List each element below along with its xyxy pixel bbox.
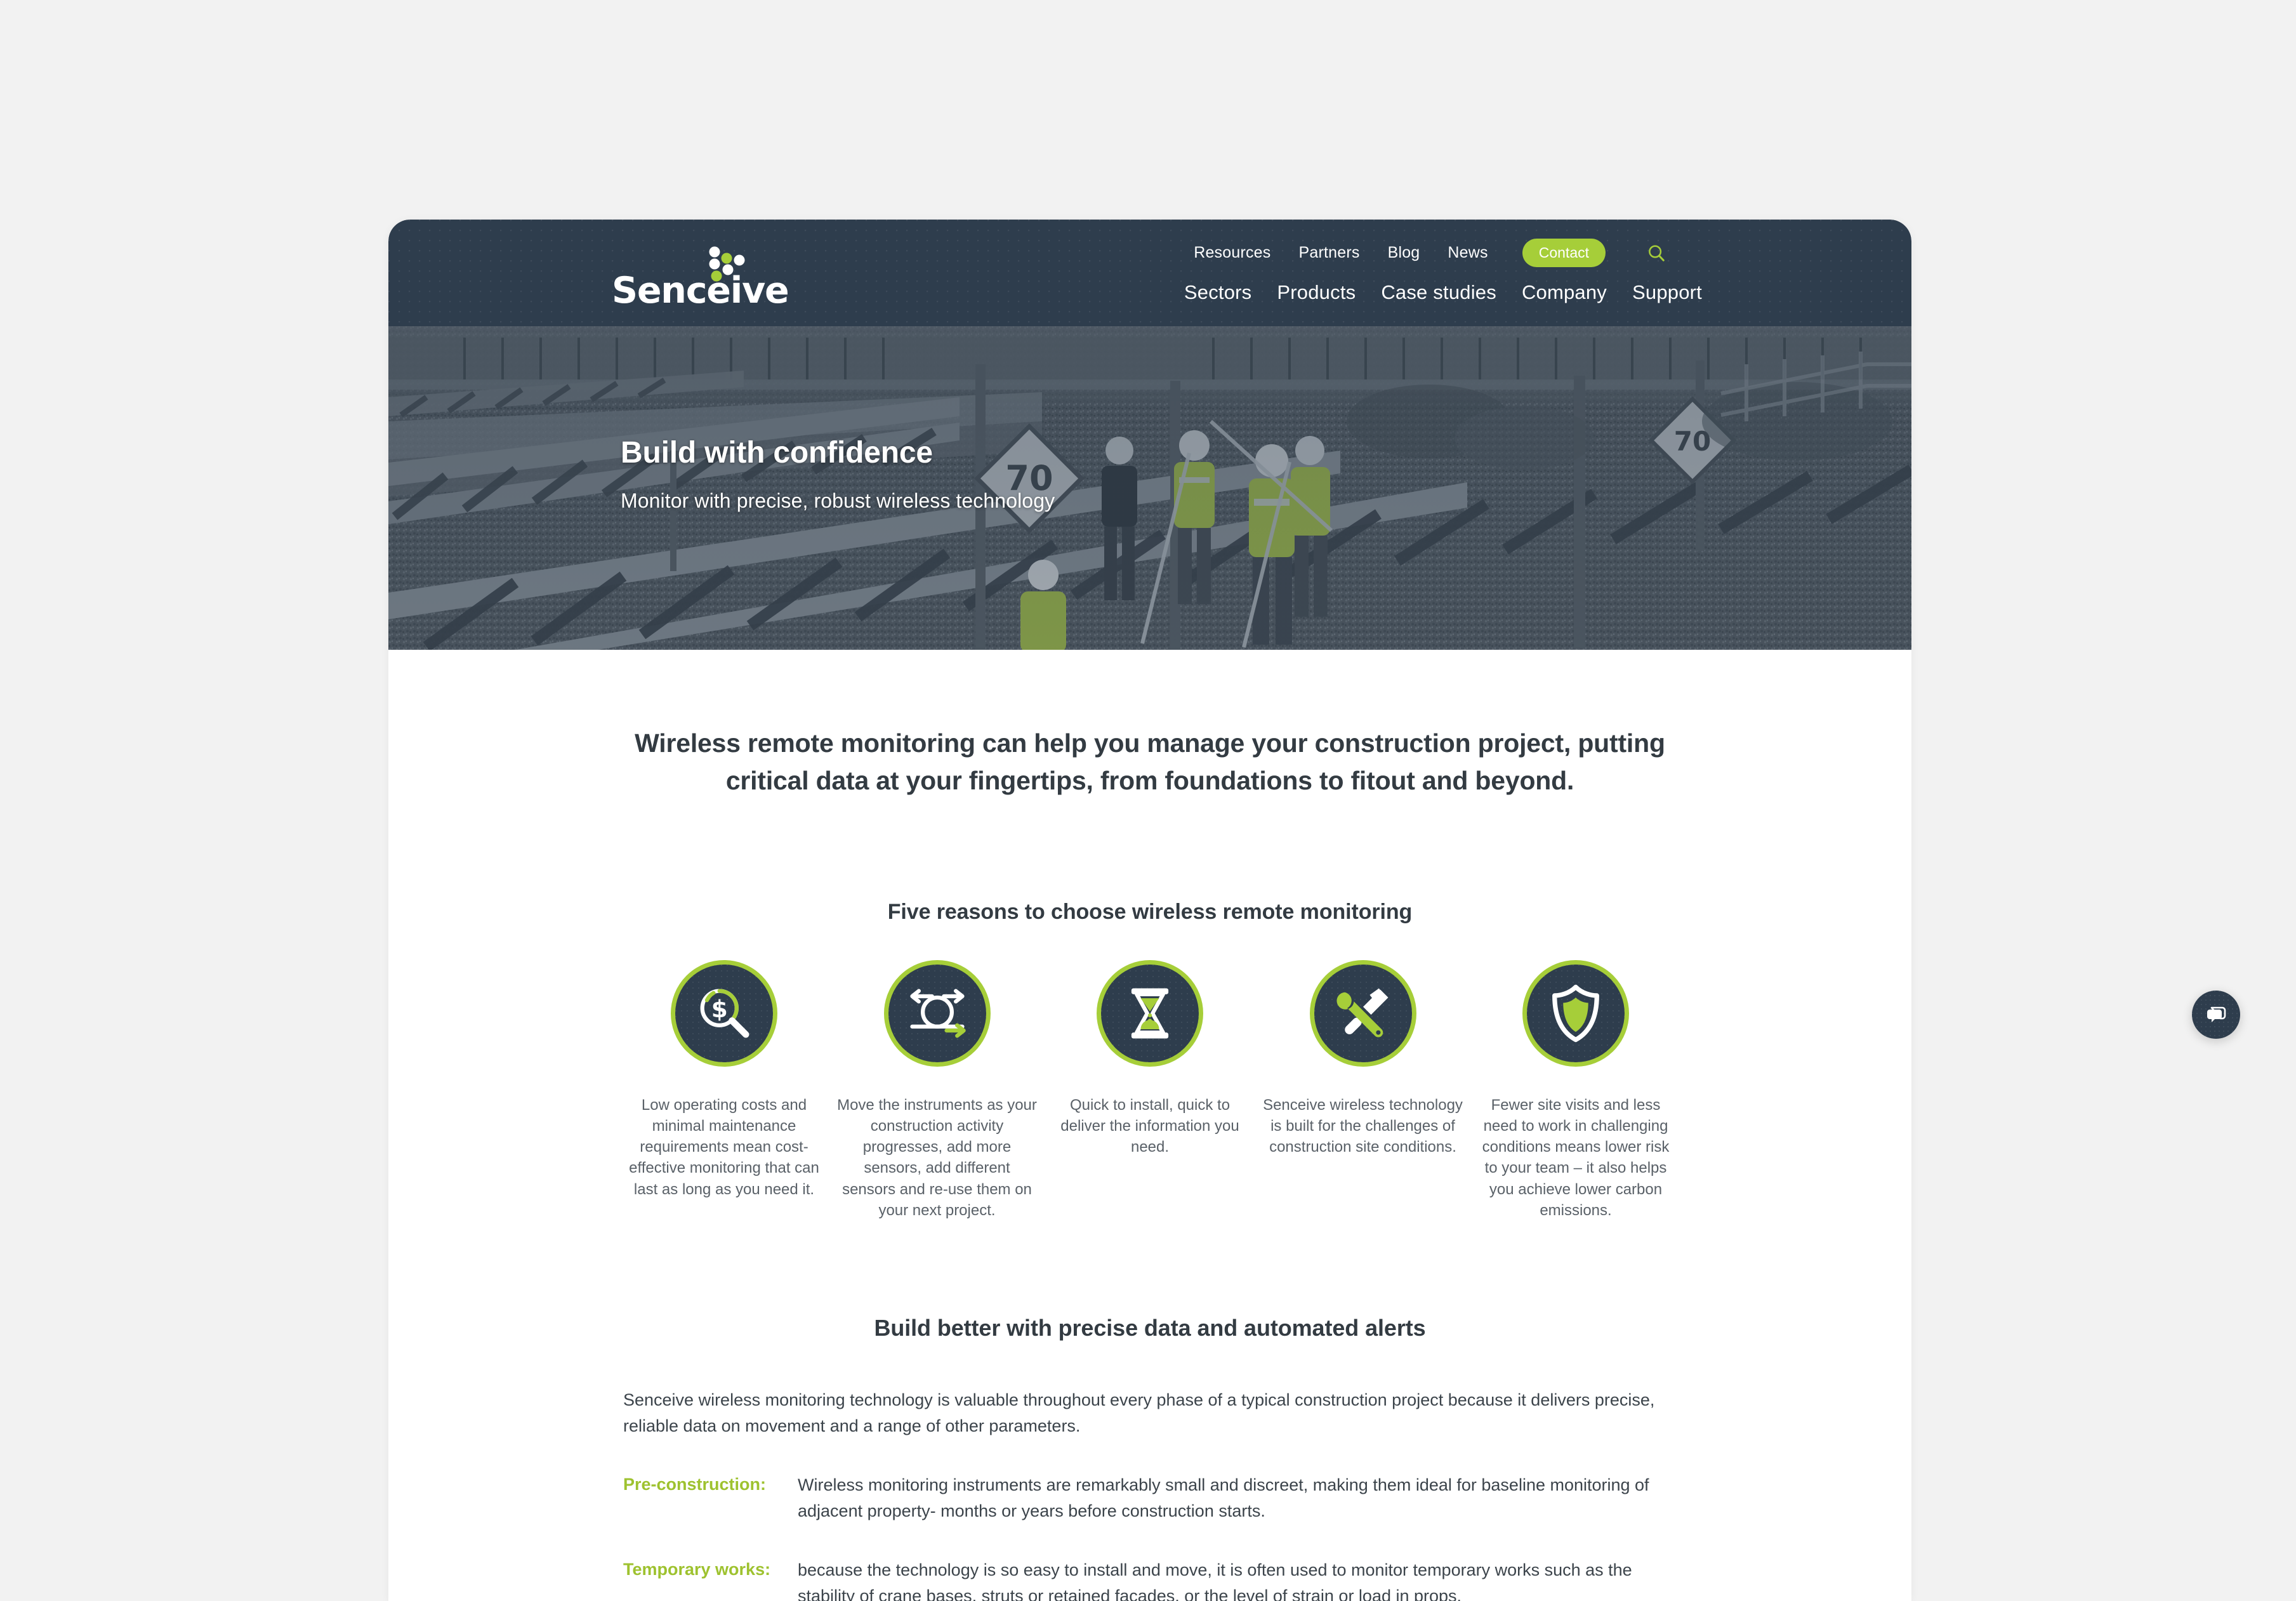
- nav-primary: Resources Partners Blog News Contact: [1194, 239, 1669, 267]
- reason-card: $ Low operating costs and minimal mainte…: [623, 960, 825, 1200]
- nav-item-support[interactable]: Support: [1632, 281, 1702, 304]
- logo-wordmark: Senceive: [612, 270, 789, 312]
- nav-item-sectors[interactable]: Sectors: [1184, 281, 1252, 304]
- page-viewport: Senceive Resources Partners Blog News Co…: [0, 0, 2296, 1601]
- hero-copy: Build with confidence Monitor with preci…: [621, 435, 1055, 513]
- nav-item-resources[interactable]: Resources: [1194, 244, 1270, 262]
- phase-description: Wireless monitoring instruments are rema…: [798, 1475, 1649, 1520]
- reason-text: Fewer site visits and less need to work …: [1482, 1097, 1670, 1219]
- nav-item-company[interactable]: Company: [1522, 281, 1607, 304]
- nav-item-products[interactable]: Products: [1277, 281, 1356, 304]
- hourglass-icon: [1097, 960, 1203, 1067]
- reason-text: Senceive wireless technology is built fo…: [1263, 1097, 1463, 1156]
- shield-icon: [1522, 960, 1629, 1067]
- reasons-heading: Five reasons to choose wireless remote m…: [887, 900, 1413, 925]
- nav-item-case-studies[interactable]: Case studies: [1381, 281, 1496, 304]
- hero-title: Build with confidence: [621, 436, 933, 470]
- contact-button[interactable]: Contact: [1522, 239, 1606, 267]
- reason-text: Move the instruments as your constructio…: [837, 1097, 1037, 1219]
- nav-item-partners[interactable]: Partners: [1298, 244, 1359, 262]
- reuse-arrows-icon: [883, 960, 991, 1067]
- wrench-trowel-icon: [1309, 960, 1416, 1067]
- reason-card: Fewer site visits and less need to work …: [1475, 960, 1677, 1221]
- website-frame: Senceive Resources Partners Blog News Co…: [388, 220, 1911, 1601]
- reasons-grid: $ Low operating costs and minimal mainte…: [623, 960, 1677, 1221]
- search-icon[interactable]: [1644, 240, 1669, 266]
- hero-overlay: [388, 326, 1911, 650]
- chat-bubble-icon: [2207, 1006, 2226, 1022]
- build-better-heading: Build better with precise data and autom…: [874, 1314, 1426, 1341]
- phase-term: Temporary works:: [623, 1559, 771, 1579]
- svg-text:$: $: [711, 995, 728, 1023]
- reason-text: Quick to install, quick to deliver the i…: [1060, 1097, 1239, 1156]
- phase-row-temporary-works: Temporary works: because the technology …: [623, 1557, 1677, 1601]
- nav-secondary: Sectors Products Case studies Company Su…: [1184, 281, 1702, 304]
- reason-card: Move the instruments as your constructio…: [836, 960, 1038, 1221]
- build-better-intro: Senceive wireless monitoring technology …: [623, 1390, 1655, 1435]
- chat-widget-button[interactable]: [2192, 991, 2240, 1039]
- reason-card: Quick to install, quick to deliver the i…: [1049, 960, 1251, 1157]
- reason-card: Senceive wireless technology is built fo…: [1262, 960, 1464, 1157]
- phase-term: Pre-construction:: [623, 1474, 767, 1494]
- nav-item-news[interactable]: News: [1448, 244, 1488, 262]
- reason-text: Low operating costs and minimal maintena…: [629, 1097, 819, 1198]
- nav-item-blog[interactable]: Blog: [1388, 244, 1420, 262]
- intro-statement: Wireless remote monitoring can help you …: [635, 728, 1665, 796]
- magnifier-dollar-icon: $: [671, 960, 777, 1067]
- site-logo[interactable]: Senceive: [612, 246, 802, 316]
- phase-description: because the technology is so easy to ins…: [798, 1560, 1632, 1601]
- site-header: Senceive Resources Partners Blog News Co…: [388, 220, 1911, 326]
- hero-banner: 70 70: [388, 326, 1911, 650]
- main-content: Wireless remote monitoring can help you …: [388, 650, 1911, 1601]
- hero-subtitle: Monitor with precise, robust wireless te…: [621, 489, 1055, 512]
- phase-row-pre-construction: Pre-construction: Wireless monitoring in…: [623, 1472, 1677, 1524]
